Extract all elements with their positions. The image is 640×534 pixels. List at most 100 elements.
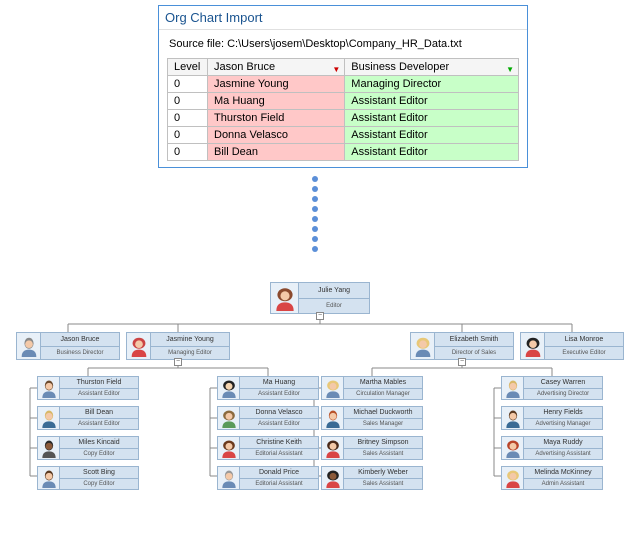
source-file-label: Source file: C:\Users\josem\Desktop\Comp…	[159, 30, 527, 54]
org-node[interactable]: Kimberly WeberSales Assistant	[321, 466, 423, 490]
node-name: Donald Price	[240, 467, 318, 479]
node-role: Copy Editor	[60, 449, 138, 460]
avatar-icon	[322, 377, 344, 399]
avatar-icon	[127, 333, 151, 359]
node-name: Maya Ruddy	[524, 437, 602, 449]
node-role: Director of Sales	[435, 347, 513, 360]
node-role: Sales Manager	[344, 419, 422, 430]
cell-level: 0	[168, 127, 208, 144]
node-role: Advertising Director	[524, 389, 602, 400]
org-node[interactable]: Jason BruceBusiness Director	[16, 332, 120, 360]
avatar-icon	[38, 407, 60, 429]
node-name: Scott Bing	[60, 467, 138, 479]
node-role: Managing Editor	[151, 347, 229, 360]
avatar-icon	[502, 437, 524, 459]
avatar-icon	[322, 467, 344, 489]
org-node[interactable]: Casey WarrenAdvertising Director	[501, 376, 603, 400]
org-node[interactable]: Thurston FieldAssistant Editor	[37, 376, 139, 400]
import-window: Org Chart Import Source file: C:\Users\j…	[158, 5, 528, 168]
avatar-icon	[322, 437, 344, 459]
table-row[interactable]: 0Ma HuangAssistant Editor	[168, 93, 519, 110]
org-node[interactable]: Donna VelascoAssistant Editor	[217, 406, 319, 430]
cell-name: Donna Velasco	[208, 127, 345, 144]
org-node[interactable]: Melinda McKinneyAdmin Assistant	[501, 466, 603, 490]
node-role: Assistant Editor	[240, 419, 318, 430]
node-role: Business Director	[41, 347, 119, 360]
collapse-toggle[interactable]: −	[174, 358, 182, 366]
table-row[interactable]: 0Jasmine YoungManaging Director	[168, 76, 519, 93]
cell-level: 0	[168, 144, 208, 161]
org-node[interactable]: Britney SimpsonSales Assistant	[321, 436, 423, 460]
node-name: Kimberly Weber	[344, 467, 422, 479]
org-node[interactable]: Lisa MonroeExecutive Editor	[520, 332, 624, 360]
org-node[interactable]: Jasmine YoungManaging Editor	[126, 332, 230, 360]
table-row[interactable]: 0Donna VelascoAssistant Editor	[168, 127, 519, 144]
node-name: Christine Keith	[240, 437, 318, 449]
node-role: Copy Editor	[60, 479, 138, 490]
cell-name: Bill Dean	[208, 144, 345, 161]
node-role: Assistant Editor	[60, 389, 138, 400]
node-role: Circulation Manager	[344, 389, 422, 400]
avatar-icon	[502, 407, 524, 429]
node-name: Elizabeth Smith	[435, 333, 513, 347]
avatar-icon	[502, 377, 524, 399]
avatar-icon	[218, 377, 240, 399]
org-node[interactable]: Elizabeth SmithDirector of Sales	[410, 332, 514, 360]
node-name: Thurston Field	[60, 377, 138, 389]
org-node[interactable]: Christine KeithEditorial Assistant	[217, 436, 319, 460]
org-node[interactable]: Miles KincaidCopy Editor	[37, 436, 139, 460]
dropdown-icon[interactable]: ▼	[506, 65, 514, 74]
cell-level: 0	[168, 110, 208, 127]
node-name: Julie Yang	[299, 283, 369, 299]
dropdown-icon[interactable]: ▼	[332, 65, 340, 74]
collapse-toggle[interactable]: −	[458, 358, 466, 366]
cell-role: Assistant Editor	[345, 144, 519, 161]
collapse-toggle[interactable]: −	[316, 312, 324, 320]
table-row[interactable]: 0Bill DeanAssistant Editor	[168, 144, 519, 161]
header-name[interactable]: Jason Bruce▼	[208, 59, 345, 76]
node-name: Melinda McKinney	[524, 467, 602, 479]
node-name: Ma Huang	[240, 377, 318, 389]
node-role: Sales Assistant	[344, 479, 422, 490]
node-role: Advertising Manager	[524, 419, 602, 430]
node-role: Advertising Assistant	[524, 449, 602, 460]
node-name: Michael Duckworth	[344, 407, 422, 419]
org-node[interactable]: Julie YangEditor	[270, 282, 370, 314]
org-node[interactable]: Scott BingCopy Editor	[37, 466, 139, 490]
node-name: Donna Velasco	[240, 407, 318, 419]
cell-name: Thurston Field	[208, 110, 345, 127]
cell-level: 0	[168, 93, 208, 110]
avatar-icon	[38, 377, 60, 399]
node-name: Miles Kincaid	[60, 437, 138, 449]
node-name: Casey Warren	[524, 377, 602, 389]
avatar-icon	[218, 467, 240, 489]
cell-level: 0	[168, 76, 208, 93]
org-node[interactable]: Maya RuddyAdvertising Assistant	[501, 436, 603, 460]
node-role: Assistant Editor	[60, 419, 138, 430]
window-title: Org Chart Import	[159, 6, 527, 30]
avatar-icon	[322, 407, 344, 429]
node-name: Bill Dean	[60, 407, 138, 419]
header-level[interactable]: Level	[168, 59, 208, 76]
ellipsis-dots	[312, 176, 318, 252]
node-name: Britney Simpson	[344, 437, 422, 449]
avatar-icon	[411, 333, 435, 359]
node-role: Sales Assistant	[344, 449, 422, 460]
avatar-icon	[17, 333, 41, 359]
node-name: Jasmine Young	[151, 333, 229, 347]
org-node[interactable]: Donald PriceEditorial Assistant	[217, 466, 319, 490]
cell-role: Managing Director	[345, 76, 519, 93]
org-node[interactable]: Bill DeanAssistant Editor	[37, 406, 139, 430]
node-name: Martha Mables	[344, 377, 422, 389]
node-role: Admin Assistant	[524, 479, 602, 490]
org-node[interactable]: Michael DuckworthSales Manager	[321, 406, 423, 430]
org-node[interactable]: Ma HuangAssistant Editor	[217, 376, 319, 400]
avatar-icon	[218, 407, 240, 429]
org-node[interactable]: Henry FieldsAdvertising Manager	[501, 406, 603, 430]
header-role[interactable]: Business Developer▼	[345, 59, 519, 76]
org-node[interactable]: Martha MablesCirculation Manager	[321, 376, 423, 400]
avatar-icon	[521, 333, 545, 359]
node-role: Editorial Assistant	[240, 479, 318, 490]
node-name: Lisa Monroe	[545, 333, 623, 347]
table-row[interactable]: 0Thurston FieldAssistant Editor	[168, 110, 519, 127]
